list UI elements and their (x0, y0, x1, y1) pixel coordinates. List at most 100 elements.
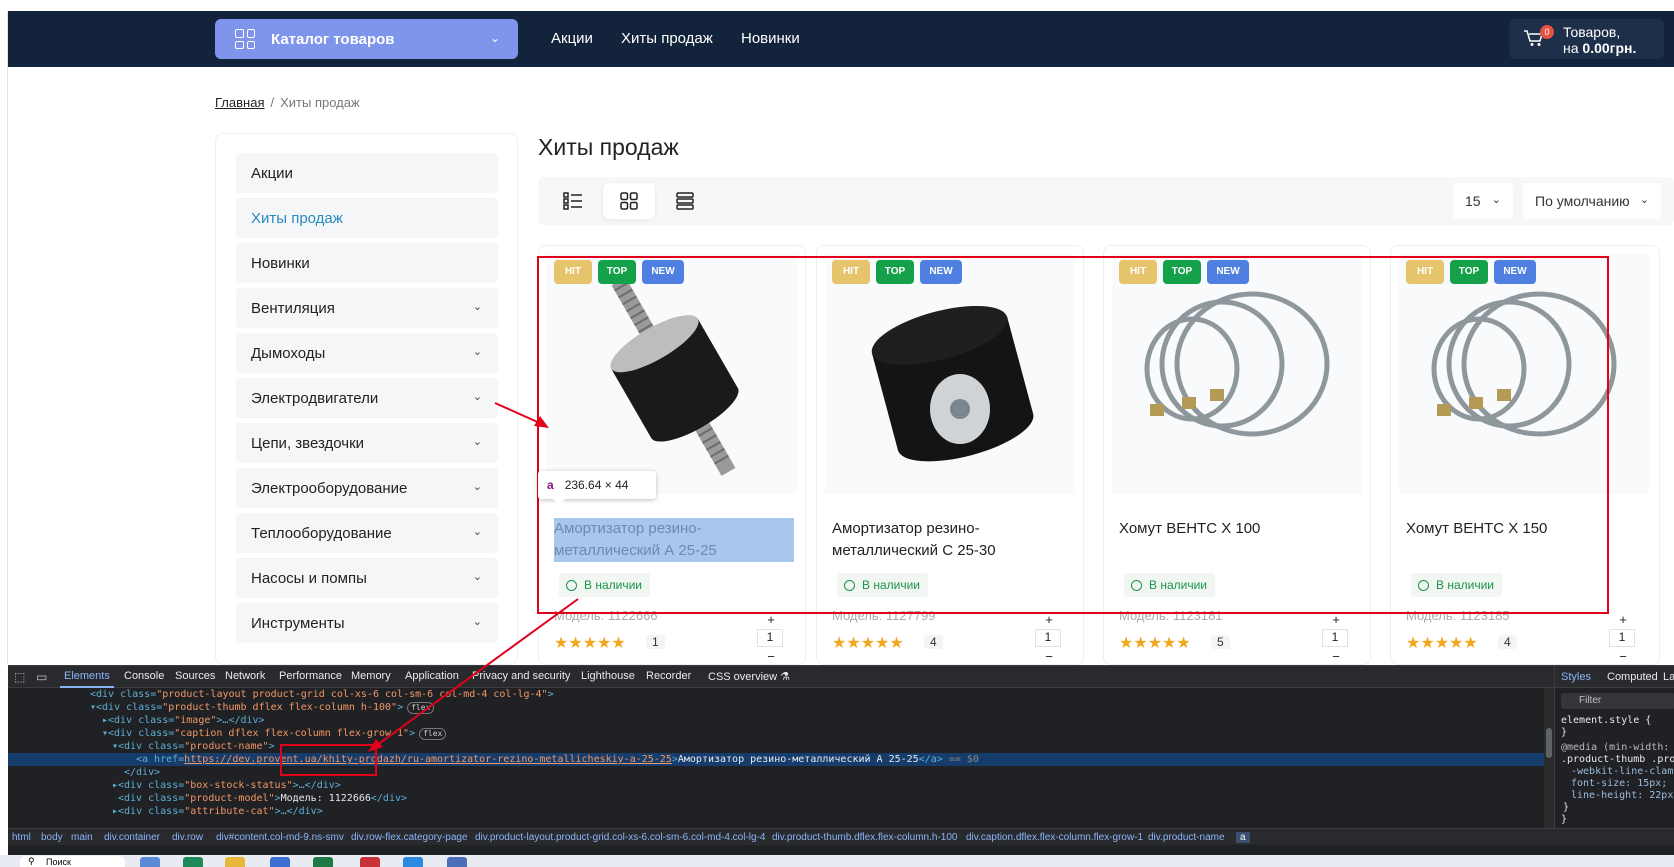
sort-select[interactable]: По умолчанию ⌄ (1523, 183, 1661, 219)
nav-link-new[interactable]: Новинки (741, 30, 800, 47)
sidebar-item-tools[interactable]: Инструменты ⌄ (236, 603, 498, 643)
dom-node[interactable]: ▸<div class="image">…</div> (8, 714, 1544, 727)
style-property[interactable]: font-size: 15px; (1571, 778, 1667, 789)
product-image[interactable] (1112, 254, 1362, 494)
taskbar-app-icon[interactable] (270, 857, 290, 867)
qty-input[interactable]: 1 (1609, 629, 1635, 647)
product-name-link[interactable]: Хомут ВЕНТС Х 150 (1406, 518, 1646, 540)
dom-node[interactable]: ▸<div class="box-stock-status">…</div> (8, 779, 1544, 792)
taskbar-search[interactable]: ⚲ Поиск (20, 856, 125, 867)
dom-path-item[interactable]: body (41, 832, 63, 843)
device-toolbar-icon[interactable]: ▭ (36, 670, 47, 684)
dom-node[interactable]: ▸<div class="attribute-cat">…</div> (8, 805, 1544, 818)
sidebar-item-new[interactable]: Новинки (236, 243, 498, 283)
dom-node-selected[interactable]: <a href=https://dev.provent.ua/khity-pro… (8, 753, 1544, 766)
product-image[interactable] (547, 254, 797, 494)
sidebar-item-pumps[interactable]: Насосы и помпы ⌄ (236, 558, 498, 598)
tab-memory[interactable]: Memory (351, 670, 391, 682)
tab-network[interactable]: Network (225, 670, 265, 682)
sidebar-item-electrical[interactable]: Электрооборудование ⌄ (236, 468, 498, 508)
flex-badge[interactable]: flex (407, 702, 435, 714)
per-page-select[interactable]: 15 ⌄ (1453, 183, 1513, 219)
grid-view-button[interactable] (603, 183, 655, 219)
tab-css-overview[interactable]: CSS overview ⚗ (708, 670, 790, 683)
cart-button[interactable]: 0 Товаров, на 0.00грн. (1509, 19, 1664, 59)
sidebar-item-promotions[interactable]: Акции (236, 153, 498, 193)
compact-list-view-button[interactable] (659, 183, 711, 219)
taskbar-app-icon[interactable] (183, 857, 203, 867)
dom-path-item[interactable]: div.product-thumb.dflex.flex-column.h-10… (772, 832, 957, 843)
hose-clamp-image (1431, 291, 1617, 437)
dom-path-item[interactable]: html (12, 832, 31, 843)
tab-sources[interactable]: Sources (175, 670, 215, 682)
qty-input[interactable]: 1 (1322, 629, 1348, 647)
product-image[interactable] (1399, 254, 1649, 494)
taskbar-app-icon[interactable] (403, 857, 423, 867)
dom-path-item[interactable]: div.product-name (1148, 832, 1225, 843)
dom-path-item[interactable]: main (71, 832, 93, 843)
dom-node[interactable]: ▾<div class="product-thumb dflex flex-co… (8, 701, 1544, 714)
sidebar-item-motors[interactable]: Электродвигатели ⌄ (236, 378, 498, 418)
sidebar-item-heating[interactable]: Теплооборудование ⌄ (236, 513, 498, 553)
dom-path-item[interactable]: div.caption.dflex.flex-column.flex-grow-… (966, 832, 1143, 843)
tab-application[interactable]: Application (405, 670, 459, 682)
dom-node[interactable]: </div> (8, 766, 1544, 779)
dom-node[interactable]: ▾<div class="product-name"> (8, 740, 1544, 753)
stock-status: В наличии (1124, 573, 1216, 597)
catalog-button[interactable]: Каталог товаров ⌄ (215, 19, 518, 59)
qty-decrease-button[interactable]: − (761, 649, 781, 664)
dom-path-item[interactable]: div.row-flex.category-page (351, 832, 468, 843)
folder-icon[interactable] (225, 857, 245, 867)
qty-decrease-button[interactable]: − (1613, 649, 1633, 664)
tab-console[interactable]: Console (124, 670, 164, 682)
dom-path-item[interactable]: div.container (104, 832, 160, 843)
product-name-link[interactable]: Амортизатор резино-металлический А 25-25 (554, 518, 794, 562)
dom-node[interactable]: ▾<div class="caption dflex flex-column f… (8, 727, 1544, 740)
qty-increase-button[interactable]: + (1613, 612, 1633, 627)
nav-link-bestsellers[interactable]: Хиты продаж (621, 30, 713, 47)
sidebar-item-chimneys[interactable]: Дымоходы ⌄ (236, 333, 498, 373)
list-view-button[interactable] (547, 183, 599, 219)
dom-node[interactable]: <div class="product-layout product-grid … (8, 688, 1544, 701)
nav-link-promotions[interactable]: Акции (551, 30, 593, 47)
href-link[interactable]: https://dev.provent.ua/khity-prodazh/ru-… (184, 754, 672, 765)
qty-input[interactable]: 1 (757, 629, 783, 647)
tab-styles[interactable]: Styles (1561, 671, 1591, 683)
dom-path-item-active[interactable]: a (1236, 832, 1250, 843)
style-property[interactable]: line-height: 22px; (1571, 790, 1674, 801)
qty-increase-button[interactable]: + (761, 612, 781, 627)
style-property[interactable]: -webkit-line-clamp (1571, 766, 1674, 777)
breadcrumb-home[interactable]: Главная (215, 95, 264, 110)
sidebar-item-bestsellers[interactable]: Хиты продаж (236, 198, 498, 238)
dom-path-item[interactable]: div#content.col-md-9.ns-smv (216, 832, 344, 843)
flex-badge[interactable]: flex (419, 728, 447, 740)
qty-increase-button[interactable]: + (1326, 612, 1346, 627)
tab-computed[interactable]: Computed (1607, 671, 1658, 683)
tab-privacy[interactable]: Privacy and security (472, 670, 570, 682)
dom-tree-scrollbar[interactable] (1544, 688, 1554, 828)
product-image[interactable] (825, 254, 1075, 494)
dom-node[interactable]: <div class="product-model">Модель: 11226… (8, 792, 1544, 805)
dom-path-item[interactable]: div.product-layout.product-grid.col-xs-6… (475, 832, 765, 843)
taskbar-app-icon[interactable] (140, 857, 160, 867)
tab-elements[interactable]: Elements (60, 670, 114, 688)
tab-recorder[interactable]: Recorder (646, 670, 691, 682)
dom-path-item[interactable]: div.row (172, 832, 203, 843)
qty-decrease-button[interactable]: − (1039, 649, 1059, 664)
product-name-link[interactable]: Амортизатор резино-металлический С 25-30 (832, 518, 1072, 562)
search-icon: ⚲ (28, 856, 35, 866)
sidebar-item-ventilation[interactable]: Вентиляция ⌄ (236, 288, 498, 328)
qty-decrease-button[interactable]: − (1326, 649, 1346, 664)
styles-filter-input[interactable]: Filter (1561, 693, 1674, 709)
taskbar-app-icon[interactable] (447, 857, 467, 867)
tab-lighthouse[interactable]: Lighthouse (581, 670, 635, 682)
tab-layout[interactable]: La (1663, 671, 1674, 683)
taskbar-app-icon[interactable] (313, 857, 333, 867)
tab-performance[interactable]: Performance (279, 670, 342, 682)
product-name-link[interactable]: Хомут ВЕНТС Х 100 (1119, 518, 1359, 540)
qty-input[interactable]: 1 (1035, 629, 1061, 647)
inspect-element-icon[interactable]: ⬚ (14, 670, 25, 684)
qty-increase-button[interactable]: + (1039, 612, 1059, 627)
sidebar-item-chains[interactable]: Цепи, звездочки ⌄ (236, 423, 498, 463)
taskbar-app-icon[interactable] (360, 857, 380, 867)
